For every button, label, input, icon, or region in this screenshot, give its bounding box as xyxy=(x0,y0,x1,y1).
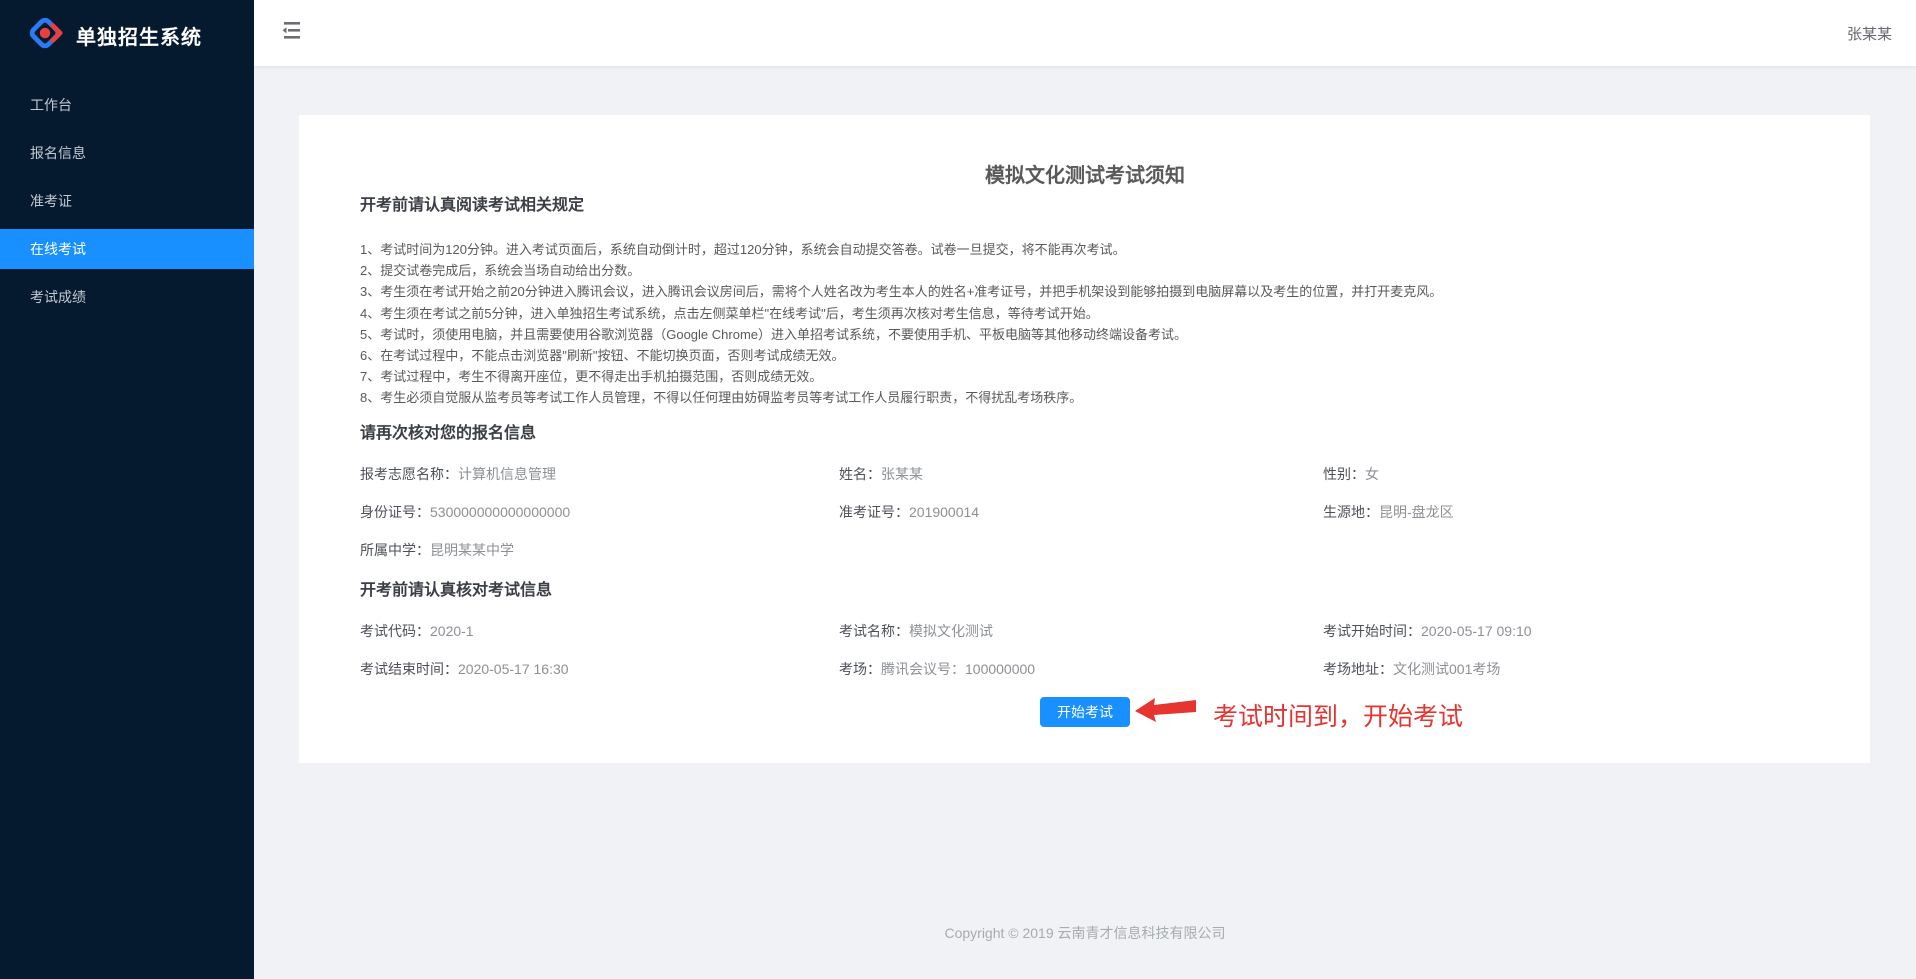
field-value: 昆明-盘龙区 xyxy=(1379,504,1454,520)
exam-info-heading: 开考前请认真核对考试信息 xyxy=(360,580,1810,602)
annotation-arrow-icon xyxy=(1135,697,1197,728)
field-value: 张某某 xyxy=(881,466,923,482)
main-area: 张某某 模拟文化测试考试须知 开考前请认真阅读考试相关规定 1、考试时间为120… xyxy=(254,0,1916,979)
rules-list: 1、考试时间为120分钟。进入考试页面后，系统自动倒计时，超过120分钟，系统会… xyxy=(360,239,1810,409)
field-school: 所属中学：昆明某某中学 xyxy=(360,542,839,559)
field-value: 201900014 xyxy=(909,504,979,520)
content-area: 模拟文化测试考试须知 开考前请认真阅读考试相关规定 1、考试时间为120分钟。进… xyxy=(254,66,1916,979)
field-value: 昆明某某中学 xyxy=(430,542,514,558)
field-major: 报考志愿名称：计算机信息管理 xyxy=(360,466,839,483)
exam-rule: 8、考生必须自觉服从监考员等考试工作人员管理，不得以任何理由妨碍监考员等考试工作… xyxy=(360,387,1810,408)
field-value: 文化测试001考场 xyxy=(1393,661,1500,677)
field-label: 生源地： xyxy=(1323,504,1379,520)
field-value: 模拟文化测试 xyxy=(909,623,993,639)
field-label: 考场地址： xyxy=(1323,661,1393,677)
sidebar-item-label: 在线考试 xyxy=(30,239,86,259)
field-value: 计算机信息管理 xyxy=(458,466,556,482)
field-label: 考试结束时间： xyxy=(360,661,458,677)
exam-rule: 3、考生须在考试开始之前20分钟进入腾讯会议，进入腾讯会议房间后，需将个人姓名改… xyxy=(360,281,1810,302)
notice-title: 模拟文化测试考试须知 xyxy=(360,163,1810,189)
top-header: 张某某 xyxy=(254,0,1916,66)
sidebar-item-label: 报名信息 xyxy=(30,143,86,163)
field-label: 身份证号： xyxy=(360,504,430,520)
field-label: 所属中学： xyxy=(360,542,430,558)
signup-info-grid: 报考志愿名称：计算机信息管理 姓名：张某某 性别：女 身份证号：53000000… xyxy=(360,466,1810,559)
field-name: 姓名：张某某 xyxy=(839,466,1323,483)
field-exam-room: 考场：腾讯会议号：100000000 xyxy=(839,661,1323,678)
exam-rule: 4、考生须在考试之前5分钟，进入单独招生考试系统，点击左侧菜单栏"在线考试"后，… xyxy=(360,303,1810,324)
field-value: 2020-05-17 09:10 xyxy=(1421,623,1532,639)
copyright-footer: Copyright © 2019 云南青才信息科技有限公司 xyxy=(254,923,1916,943)
sidebar-item-exam-results[interactable]: 考试成绩 xyxy=(0,277,254,317)
field-label: 考试代码： xyxy=(360,623,430,639)
exam-rule: 2、提交试卷完成后，系统会当场自动给出分数。 xyxy=(360,260,1810,281)
field-ticket-number: 准考证号：201900014 xyxy=(839,504,1323,521)
logo-diamond-icon xyxy=(26,14,64,57)
field-exam-name: 考试名称：模拟文化测试 xyxy=(839,623,1323,640)
menu-fold-button[interactable] xyxy=(278,19,306,47)
field-label: 考场： xyxy=(839,661,881,677)
field-exam-code: 考试代码：2020-1 xyxy=(360,623,839,640)
sidebar-menu: 工作台 报名信息 准考证 在线考试 考试成绩 xyxy=(0,85,254,317)
field-exam-start-time: 考试开始时间：2020-05-17 09:10 xyxy=(1323,623,1810,640)
annotation-text: 考试时间到，开始考试 xyxy=(1213,704,1463,730)
start-exam-button[interactable]: 开始考试 xyxy=(1040,697,1130,727)
field-value: 2020-05-17 16:30 xyxy=(458,661,569,677)
field-label: 性别： xyxy=(1323,466,1365,482)
app-logo: 单独招生系统 xyxy=(0,0,254,70)
field-value: 2020-1 xyxy=(430,623,474,639)
sidebar-item-registration-info[interactable]: 报名信息 xyxy=(0,133,254,173)
field-label: 考试开始时间： xyxy=(1323,623,1421,639)
rules-heading: 开考前请认真阅读考试相关规定 xyxy=(360,195,1810,217)
field-exam-end-time: 考试结束时间：2020-05-17 16:30 xyxy=(360,661,839,678)
start-exam-row: 开始考试 考试时间到，开始考试 xyxy=(360,697,1810,727)
field-label: 姓名： xyxy=(839,466,881,482)
sidebar-item-online-exam[interactable]: 在线考试 xyxy=(0,229,254,269)
exam-info-grid: 考试代码：2020-1 考试名称：模拟文化测试 考试开始时间：2020-05-1… xyxy=(360,623,1810,678)
app-title: 单独招生系统 xyxy=(76,21,202,50)
field-value: 腾讯会议号：100000000 xyxy=(881,661,1035,677)
signup-info-heading: 请再次核对您的报名信息 xyxy=(360,423,1810,445)
exam-notice-card: 模拟文化测试考试须知 开考前请认真阅读考试相关规定 1、考试时间为120分钟。进… xyxy=(299,115,1870,763)
field-label: 考试名称： xyxy=(839,623,909,639)
field-exam-address: 考场地址：文化测试001考场 xyxy=(1323,661,1810,678)
field-origin: 生源地：昆明-盘龙区 xyxy=(1323,504,1810,521)
exam-rule: 7、考试过程中，考生不得离开座位，更不得走出手机拍摄范围，否则成绩无效。 xyxy=(360,366,1810,387)
sidebar-item-admission-ticket[interactable]: 准考证 xyxy=(0,181,254,221)
field-id-number: 身份证号：530000000000000000 xyxy=(360,504,839,521)
sidebar-item-label: 考试成绩 xyxy=(30,287,86,307)
exam-rule: 6、在考试过程中，不能点击浏览器"刷新"按钮、不能切换页面，否则考试成绩无效。 xyxy=(360,345,1810,366)
sidebar-item-label: 准考证 xyxy=(30,191,72,211)
sidebar: 单独招生系统 工作台 报名信息 准考证 在线考试 考试成绩 xyxy=(0,0,254,979)
user-menu[interactable]: 张某某 xyxy=(1837,23,1902,44)
field-gender: 性别：女 xyxy=(1323,466,1810,483)
field-label: 报考志愿名称： xyxy=(360,466,458,482)
field-value: 530000000000000000 xyxy=(430,504,570,520)
exam-rule: 1、考试时间为120分钟。进入考试页面后，系统自动倒计时，超过120分钟，系统会… xyxy=(360,239,1810,260)
exam-rule: 5、考试时，须使用电脑，并且需要使用谷歌浏览器（Google Chrome）进入… xyxy=(360,324,1810,345)
menu-fold-icon xyxy=(282,22,302,44)
field-label: 准考证号： xyxy=(839,504,909,520)
sidebar-item-workbench[interactable]: 工作台 xyxy=(0,85,254,125)
sidebar-item-label: 工作台 xyxy=(30,95,72,115)
field-value: 女 xyxy=(1365,466,1379,482)
